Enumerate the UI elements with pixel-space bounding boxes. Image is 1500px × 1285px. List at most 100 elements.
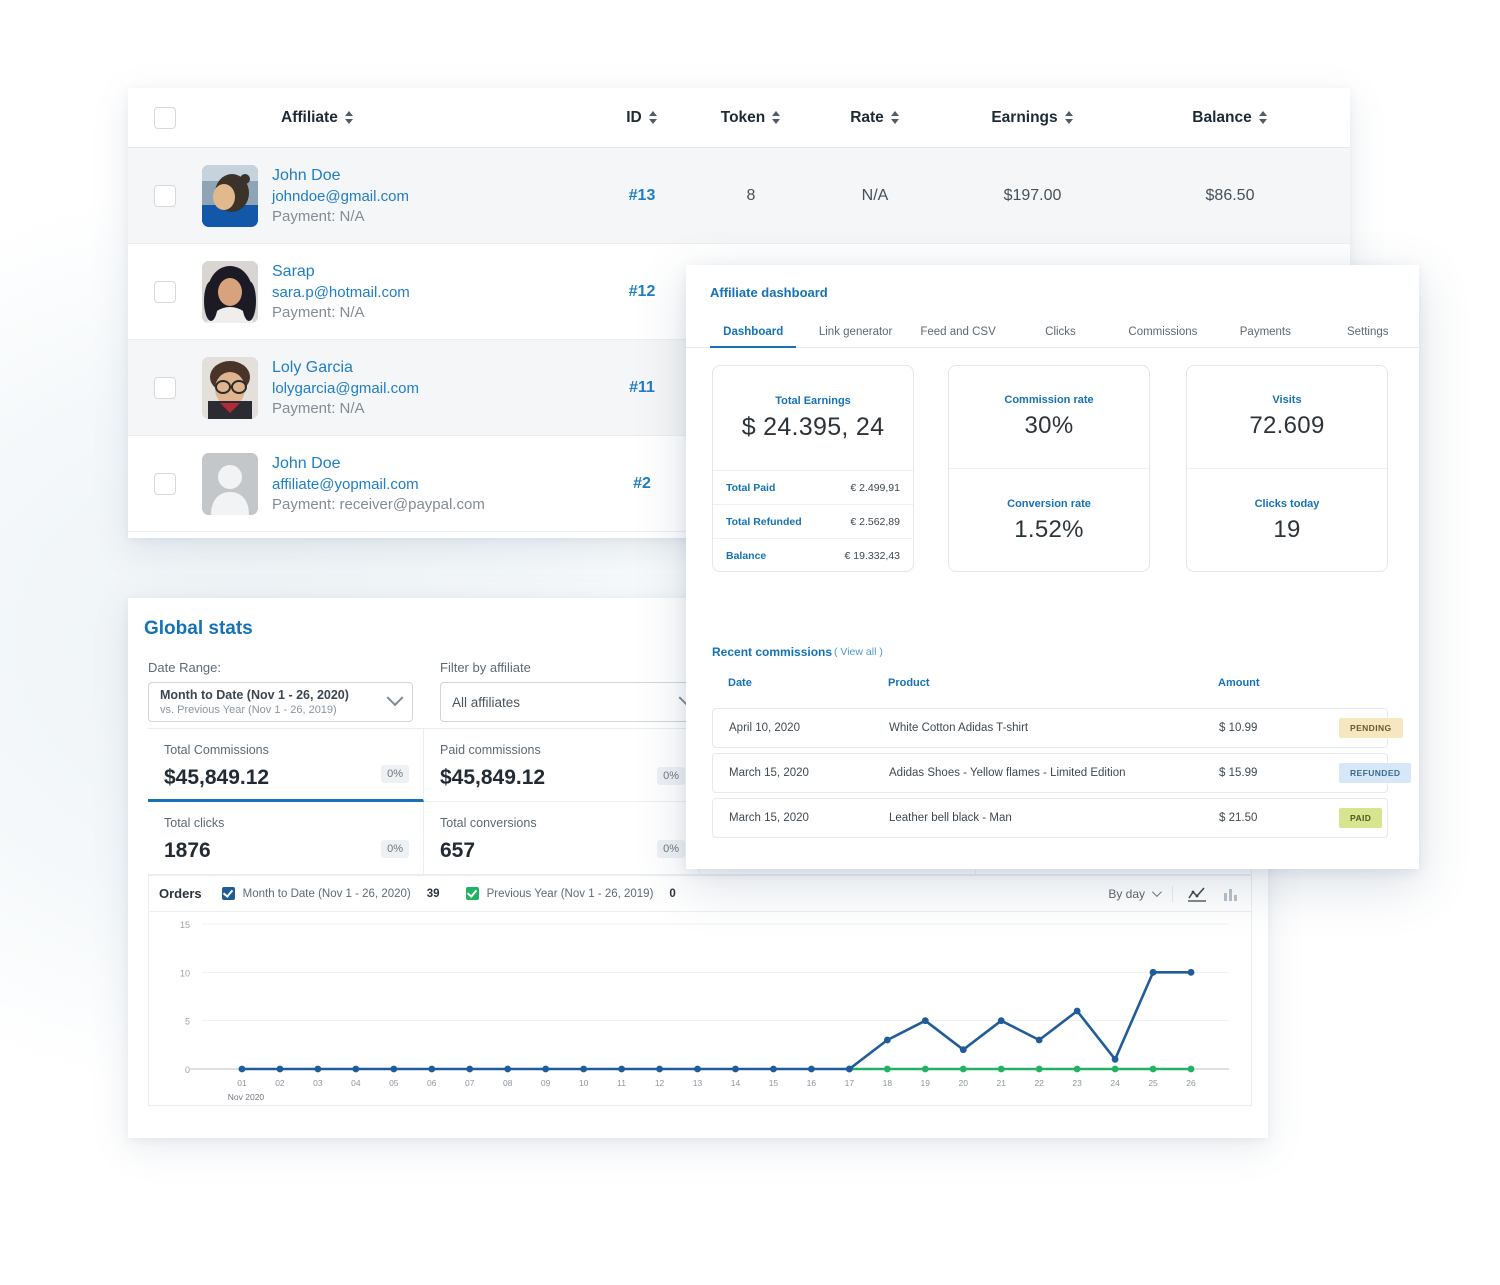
svg-text:03: 03: [313, 1078, 323, 1088]
affiliate-id[interactable]: #12: [629, 283, 656, 300]
legend-item-previous[interactable]: Previous Year (Nov 1 - 26, 2019) 0: [465, 887, 676, 900]
commission-product: White Cotton Adidas T-shirt: [889, 722, 1029, 734]
sort-icon[interactable]: [1064, 111, 1074, 124]
date-range-select[interactable]: Month to Date (Nov 1 - 26, 2020) vs. Pre…: [148, 682, 413, 722]
affiliate-email[interactable]: sara.p@hotmail.com: [272, 284, 410, 301]
row-checkbox[interactable]: [154, 376, 176, 399]
svg-text:16: 16: [807, 1078, 817, 1088]
legend-label-current: Month to Date (Nov 1 - 26, 2020): [242, 887, 411, 900]
affiliate-id[interactable]: #13: [629, 187, 656, 204]
visits-block: Visits 72.609: [1187, 366, 1387, 469]
affiliate-cell: John Doe affiliate@yopmail.com Payment: …: [202, 452, 592, 515]
svg-text:21: 21: [996, 1078, 1006, 1088]
conversion-rate-value: 1.52%: [1014, 516, 1084, 543]
legend-checkbox-previous[interactable]: [465, 887, 479, 900]
header-cell-balance[interactable]: Balance: [1125, 109, 1335, 127]
total-earnings-top: Total Earnings $ 24.395, 24: [713, 366, 913, 470]
tab-clicks[interactable]: Clicks: [1009, 326, 1111, 347]
clicks-today-block: Clicks today 19: [1187, 469, 1387, 573]
affiliate-name[interactable]: Sarap: [272, 263, 410, 281]
tab-settings[interactable]: Settings: [1317, 326, 1419, 347]
affiliate-email[interactable]: affiliate@yopmail.com: [272, 476, 485, 493]
avatar: [202, 164, 258, 227]
sort-icon[interactable]: [344, 111, 354, 124]
tab-dashboard[interactable]: Dashboard: [702, 326, 804, 348]
orders-chart-panel: Orders Month to Date (Nov 1 - 26, 2020) …: [148, 876, 1252, 1106]
sort-icon[interactable]: [648, 111, 658, 124]
total-refunded-row: Total Refunded € 2.562,89: [713, 504, 913, 538]
status-badge: PAID: [1339, 808, 1383, 828]
affiliate-name[interactable]: John Doe: [272, 167, 409, 185]
affiliate-filter-select[interactable]: All affiliates: [440, 682, 705, 722]
status-cell: PENDING: [1339, 718, 1403, 738]
kpi-total-commissions[interactable]: Total Commissions $45,849.12 0%: [148, 729, 424, 802]
affiliate-name[interactable]: Loly Garcia: [272, 359, 419, 377]
chevron-down-icon[interactable]: [1151, 887, 1162, 898]
recent-commissions-header: Date Product Amount: [712, 677, 1388, 689]
orders-chart-header: Orders Month to Date (Nov 1 - 26, 2020) …: [149, 876, 1251, 912]
line-chart-icon[interactable]: [1188, 886, 1206, 902]
rc-header-product: Product: [888, 677, 930, 689]
row-select-cell: [128, 472, 202, 495]
kpi-value: 657: [440, 839, 476, 862]
sort-icon[interactable]: [772, 111, 781, 124]
affiliate-email[interactable]: lolygarcia@gmail.com: [272, 380, 419, 397]
svg-text:0: 0: [185, 1065, 190, 1075]
kpi-total-conversions[interactable]: Total conversions 657 0%: [424, 802, 700, 875]
balance-value: € 19.332,43: [844, 549, 900, 562]
legend-checkbox-current[interactable]: [221, 887, 235, 900]
chart-type-toggle: [1172, 885, 1239, 902]
chevron-down-icon[interactable]: [386, 689, 404, 707]
svg-text:04: 04: [351, 1078, 361, 1088]
header-cell-id[interactable]: ID: [592, 109, 692, 127]
orders-title: Orders: [159, 886, 202, 901]
sort-icon[interactable]: [1258, 111, 1268, 124]
sort-icon[interactable]: [890, 111, 900, 124]
svg-text:17: 17: [845, 1078, 855, 1088]
balance-row: Balance € 19.332,43: [713, 538, 913, 572]
svg-text:25: 25: [1148, 1078, 1158, 1088]
commission-date: March 15, 2020: [729, 767, 809, 779]
tab-commissions[interactable]: Commissions: [1112, 326, 1214, 347]
recent-commissions-title: Recent commissions: [712, 645, 833, 659]
kpi-total-clicks[interactable]: Total clicks 1876 0%: [148, 802, 424, 875]
kpi-label: Paid commissions: [440, 743, 541, 757]
view-all-link[interactable]: ( View all ): [834, 646, 883, 658]
affiliate-rate: N/A: [861, 186, 889, 204]
tab-link-generator[interactable]: Link generator: [804, 326, 906, 347]
row-checkbox[interactable]: [154, 280, 176, 303]
list-item[interactable]: March 15, 2020 Leather bell black - Man …: [712, 798, 1388, 838]
list-item[interactable]: March 15, 2020 Adidas Shoes - Yellow fla…: [712, 753, 1412, 793]
affiliate-name[interactable]: John Doe: [272, 455, 485, 473]
affiliate-id[interactable]: #11: [629, 379, 655, 396]
tab-feed-and-csv[interactable]: Feed and CSV: [907, 326, 1009, 347]
kpi-paid-commissions[interactable]: Paid commissions $45,849.12 0%: [424, 729, 700, 802]
bar-chart-icon[interactable]: [1223, 886, 1239, 902]
affiliate-filter: Filter by affiliate All affiliates: [440, 660, 705, 722]
screenshot-stage: Affiliate ID Token Rate Earnings Balance: [0, 0, 1500, 1285]
affiliate-id[interactable]: #2: [633, 475, 651, 492]
clicks-today-value: 19: [1273, 516, 1301, 543]
affiliate-email[interactable]: johndoe@gmail.com: [272, 188, 409, 205]
svg-text:09: 09: [541, 1078, 551, 1088]
svg-text:14: 14: [731, 1078, 741, 1088]
tab-payments[interactable]: Payments: [1214, 326, 1316, 347]
row-checkbox[interactable]: [154, 472, 176, 495]
header-cell-affiliate[interactable]: Affiliate: [202, 109, 592, 127]
legend-item-current[interactable]: Month to Date (Nov 1 - 26, 2020) 39: [221, 887, 440, 900]
select-all-checkbox[interactable]: [154, 106, 176, 129]
conversion-rate-label: Conversion rate: [1007, 498, 1091, 510]
header-cell-earnings[interactable]: Earnings: [940, 109, 1125, 127]
row-checkbox[interactable]: [154, 184, 176, 207]
svg-text:06: 06: [427, 1078, 437, 1088]
table-row[interactable]: John Doe johndoe@gmail.com Payment: N/A …: [128, 148, 1350, 244]
orders-line-chart[interactable]: 0 5 10 15 01 02 03 04 05 06 07 08 09 10 11 12 13 14 15 16 17…: [149, 912, 1251, 1105]
header-cell-rate[interactable]: Rate: [810, 109, 940, 127]
affiliate-cell: Loly Garcia lolygarcia@gmail.com Payment…: [202, 356, 592, 419]
date-range-filter: Date Range: Month to Date (Nov 1 - 26, 2…: [148, 660, 413, 722]
header-cell-token[interactable]: Token: [692, 109, 810, 127]
granularity-select[interactable]: By day: [1108, 887, 1172, 901]
svg-text:15: 15: [769, 1078, 779, 1088]
svg-text:05: 05: [389, 1078, 399, 1088]
list-item[interactable]: April 10, 2020 White Cotton Adidas T-shi…: [712, 708, 1403, 748]
